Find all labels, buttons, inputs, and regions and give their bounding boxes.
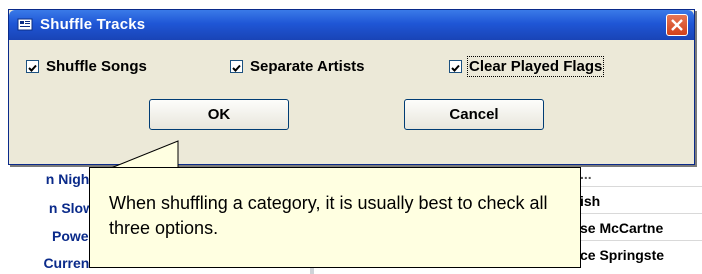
background-category-item[interactable]: n Night xyxy=(0,171,100,187)
background-category-item[interactable]: Power xyxy=(0,228,100,244)
tooltip: When shuffling a category, it is usually… xyxy=(89,167,581,268)
background-artist-item[interactable]: ish xyxy=(580,193,702,209)
checkmark-icon xyxy=(232,64,241,72)
checkbox-label[interactable]: Separate Artists xyxy=(250,58,365,75)
background-category-item[interactable]: Current xyxy=(0,255,100,271)
checkbox-box[interactable] xyxy=(26,59,39,73)
tooltip-text: When shuffling a category, it is usually… xyxy=(109,193,548,238)
background-artist-item[interactable]: ce Springste xyxy=(580,247,702,263)
checkbox-box[interactable] xyxy=(230,59,243,73)
app-icon xyxy=(17,18,33,31)
background-artist-item[interactable]: se McCartne xyxy=(580,220,702,236)
checkbox-label[interactable]: Shuffle Songs xyxy=(46,58,147,75)
dialog-title: Shuffle Tracks xyxy=(40,16,146,33)
tooltip-pointer xyxy=(110,140,179,169)
checkmark-icon xyxy=(451,64,460,72)
background-category-item[interactable]: n Slow xyxy=(0,200,100,216)
checkbox-label[interactable]: Clear Played Flags xyxy=(466,55,605,77)
ok-button[interactable]: OK xyxy=(149,99,289,130)
checkbox-box[interactable] xyxy=(449,59,462,73)
close-button[interactable] xyxy=(666,14,688,36)
separate-artists-checkbox[interactable]: Separate Artists xyxy=(230,56,365,76)
shuffle-songs-checkbox[interactable]: Shuffle Songs xyxy=(26,56,147,76)
cancel-button[interactable]: Cancel xyxy=(404,99,544,130)
close-icon xyxy=(671,19,683,31)
background-artist-item[interactable]: ... xyxy=(580,166,702,182)
dialog-titlebar[interactable]: Shuffle Tracks xyxy=(9,10,694,40)
clear-played-flags-checkbox[interactable]: Clear Played Flags xyxy=(449,55,605,77)
checkmark-icon xyxy=(28,64,37,72)
